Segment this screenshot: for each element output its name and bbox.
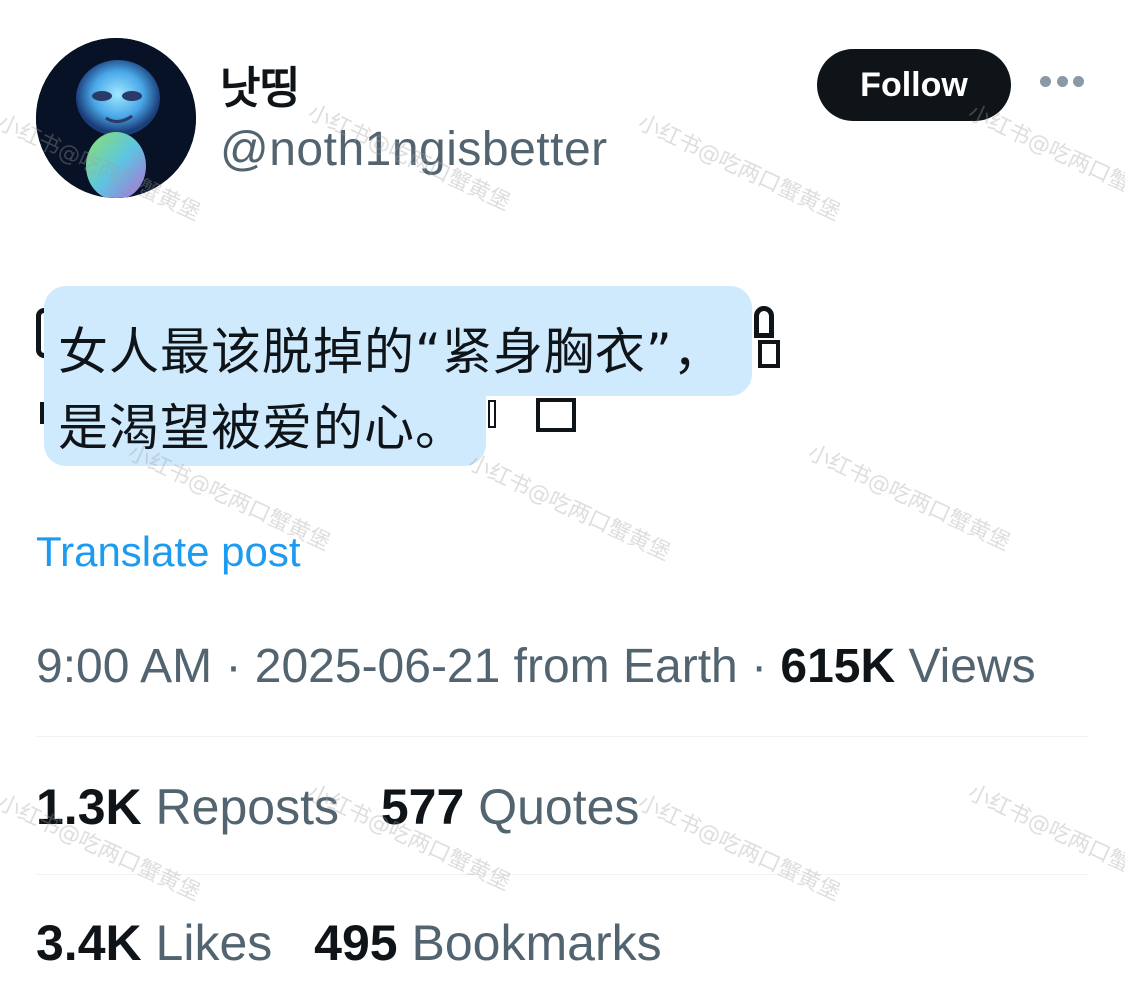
post-time[interactable]: 9:00 AM: [36, 640, 212, 693]
post-meta: 9:00 AM · 2025-06-21 from Earth · 615K V…: [36, 634, 1036, 700]
divider: [36, 874, 1089, 875]
bookmarks-count: 495: [314, 915, 398, 971]
stats-row-likes-bookmarks: 3.4K Likes 495 Bookmarks: [36, 914, 690, 972]
display-name[interactable]: 낫띵: [220, 52, 300, 116]
bookmarks-stat[interactable]: 495 Bookmarks: [314, 915, 661, 971]
separator-dot: ·: [225, 640, 255, 693]
more-horizontal-icon[interactable]: [1040, 74, 1084, 88]
watermark: 小红书@吃两口蟹黄堡: [803, 440, 1014, 557]
quotes-count: 577: [380, 779, 465, 835]
separator-dot: ·: [751, 640, 781, 693]
views-label: Views: [908, 640, 1036, 693]
caption-line-2: 是渴望被爱的心。: [58, 399, 466, 457]
bookmarks-label: Bookmarks: [411, 915, 662, 971]
divider: [36, 736, 1089, 737]
post-location: from Earth: [513, 640, 738, 693]
watermark: 小红书@吃两口蟹黄堡: [633, 110, 844, 227]
likes-count: 3.4K: [36, 915, 142, 971]
stats-row-reposts-quotes: 1.3K Reposts 577 Quotes: [36, 778, 667, 836]
post-date[interactable]: 2025-06-21: [255, 640, 501, 693]
reposts-stat[interactable]: 1.3K Reposts: [36, 779, 353, 835]
watermark: 小红书@吃两口蟹黄堡: [463, 450, 674, 567]
quotes-label: Quotes: [478, 779, 640, 835]
avatar-character-icon: [36, 38, 196, 198]
quotes-stat[interactable]: 577 Quotes: [381, 779, 640, 835]
avatar[interactable]: [36, 38, 196, 198]
views-count: 615K: [780, 640, 896, 693]
reposts-count: 1.3K: [36, 779, 142, 835]
likes-label: Likes: [155, 915, 273, 971]
user-handle[interactable]: @noth1ngisbetter: [220, 122, 608, 177]
watermark: 小红书@吃两口蟹黄堡: [963, 780, 1125, 897]
caption-line-1: 女人最该脱掉的“紧身胸衣”，: [58, 323, 724, 381]
likes-stat[interactable]: 3.4K Likes: [36, 915, 286, 971]
follow-button[interactable]: Follow: [817, 49, 1011, 121]
translate-post-link[interactable]: Translate post: [36, 528, 301, 576]
reposts-label: Reposts: [155, 779, 339, 835]
